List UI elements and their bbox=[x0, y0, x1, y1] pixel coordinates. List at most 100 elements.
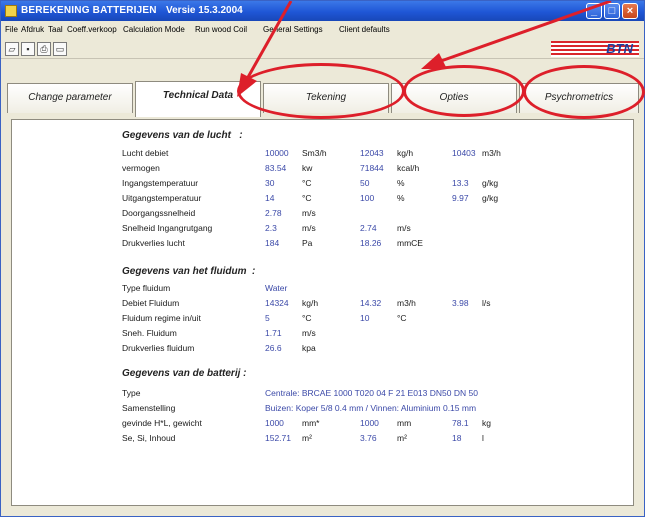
row-value: 30 bbox=[265, 178, 275, 188]
window-icon[interactable]: ▭ bbox=[53, 42, 67, 56]
menu-client-defaults[interactable]: Client defaults bbox=[339, 25, 390, 34]
tab-technical-data[interactable]: Technical Data bbox=[135, 81, 261, 117]
row-unit: °C bbox=[302, 313, 312, 323]
row-value: 12043 bbox=[360, 148, 384, 158]
row-unit: l/s bbox=[482, 298, 491, 308]
row-unit: g/kg bbox=[482, 178, 499, 188]
row-unit: kpa bbox=[302, 343, 316, 353]
row-value: 1000 bbox=[360, 418, 379, 428]
window-title: BEREKENING BATTERIJEN bbox=[21, 5, 157, 16]
tab-tekening[interactable]: Tekening bbox=[263, 83, 389, 113]
row-value: 83.54 bbox=[265, 163, 287, 173]
row-unit: m² bbox=[302, 433, 312, 443]
logo-text: BTN bbox=[606, 41, 633, 56]
menu-afdruk[interactable]: Afdruk bbox=[21, 25, 44, 34]
row-value: 1000 bbox=[265, 418, 284, 428]
menu-bar: File Afdruk Taal Coeff.verkoop Calculati… bbox=[1, 21, 644, 39]
open-icon[interactable]: ▱ bbox=[5, 42, 19, 56]
row-value: 1.71 bbox=[265, 328, 282, 338]
row-unit: °C bbox=[302, 193, 312, 203]
print-icon[interactable]: ⎙ bbox=[37, 42, 51, 56]
menu-taal[interactable]: Taal bbox=[48, 25, 63, 34]
row-unit: mmCE bbox=[397, 238, 423, 248]
app-window: BEREKENING BATTERIJEN Versie 15.3.2004 _… bbox=[0, 0, 645, 517]
row-value: 14324 bbox=[265, 298, 289, 308]
row-value: 9.97 bbox=[452, 193, 469, 203]
row-label: Sneh. Fluidum bbox=[122, 328, 177, 338]
row-label: Ingangstemperatuur bbox=[122, 178, 199, 188]
maximize-button[interactable]: □ bbox=[604, 3, 620, 19]
row-unit: m/s bbox=[397, 223, 411, 233]
save-icon[interactable]: ▪ bbox=[21, 42, 35, 56]
row-label: Debiet Fluidum bbox=[122, 298, 180, 308]
battery-type-row: Type Centrale: BRCAE 1000 T020 04 F 21 E… bbox=[12, 388, 632, 401]
row-unit: °C bbox=[397, 313, 407, 323]
row-label: Snelheid Ingangrutgang bbox=[122, 223, 213, 233]
row-unit: m/s bbox=[302, 328, 316, 338]
row-label: Drukverlies fluidum bbox=[122, 343, 195, 353]
tab-opties[interactable]: Opties bbox=[391, 83, 517, 113]
row-unit: l bbox=[482, 433, 484, 443]
tab-psychrometrics[interactable]: Psychrometrics bbox=[519, 83, 639, 113]
title-bar[interactable]: BEREKENING BATTERIJEN Versie 15.3.2004 _… bbox=[1, 1, 644, 21]
row-unit: g/kg bbox=[482, 193, 499, 203]
row-value: 10000 bbox=[265, 148, 289, 158]
data-row: Debiet Fluidum 14324 kg/h 14.32 m3/h 3.98 l/s bbox=[12, 298, 632, 311]
section-title-air: Gegevens van de lucht : bbox=[122, 130, 243, 141]
row-value: 14 bbox=[265, 193, 275, 203]
data-row: vermogen 83.54 kw 71844 kcal/h bbox=[12, 163, 632, 176]
toolbar: ▱ ▪ ⎙ ▭ bbox=[1, 39, 644, 59]
technical-data-panel: Gegevens van de lucht : Lucht debiet 1000… bbox=[11, 119, 634, 506]
row-value: 2.74 bbox=[360, 223, 377, 233]
section-title-fluid-suffix: : bbox=[252, 266, 256, 277]
row-unit: m3/h bbox=[482, 148, 501, 158]
row-label: Fluidum regime in/uit bbox=[122, 313, 201, 323]
row-value: 10 bbox=[360, 313, 370, 323]
battery-composition-row: Samenstelling Buizen: Koper 5/8 0.4 mm /… bbox=[12, 403, 632, 416]
row-unit: mm bbox=[397, 418, 412, 428]
row-value: 184 bbox=[265, 238, 280, 248]
tab-change-parameter[interactable]: Change parameter bbox=[7, 83, 133, 113]
row-label: Drukverlies lucht bbox=[122, 238, 185, 248]
menu-general-settings[interactable]: General Settings bbox=[263, 25, 323, 34]
row-label: Doorgangssnelheid bbox=[122, 208, 196, 218]
row-unit: kg bbox=[482, 418, 491, 428]
row-label: Lucht debiet bbox=[122, 148, 169, 158]
data-row: Sneh. Fluidum 1.71 m/s bbox=[12, 328, 632, 341]
data-row: gevinde H*L, gewicht 1000 mm* 1000 mm 78.1 kg bbox=[12, 418, 632, 431]
close-button[interactable]: × bbox=[622, 3, 638, 19]
menu-file[interactable]: File bbox=[5, 25, 18, 34]
row-label: vermogen bbox=[122, 163, 160, 173]
row-value: 3.98 bbox=[452, 298, 469, 308]
row-value: 78.1 bbox=[452, 418, 469, 428]
section-title-air-text: Gegevens van de lucht bbox=[122, 130, 231, 141]
battery-composition-label: Samenstelling bbox=[122, 403, 176, 413]
row-value: 26.6 bbox=[265, 343, 282, 353]
btn-logo: BTN bbox=[551, 41, 639, 57]
section-title-air-suffix: : bbox=[239, 130, 243, 141]
row-value: 50 bbox=[360, 178, 370, 188]
row-unit: m/s bbox=[302, 223, 316, 233]
row-unit: m/s bbox=[302, 208, 316, 218]
data-row: Fluidum regime in/uit 5 °C 10 °C bbox=[12, 313, 632, 326]
row-label: Uitgangstemperatuur bbox=[122, 193, 202, 203]
data-row: Drukverlies fluidum 26.6 kpa bbox=[12, 343, 632, 356]
row-unit: m² bbox=[397, 433, 407, 443]
row-value: 10403 bbox=[452, 148, 476, 158]
row-unit: kcal/h bbox=[397, 163, 420, 173]
row-value: 2.3 bbox=[265, 223, 277, 233]
row-label: Type fluidum bbox=[122, 283, 171, 293]
menu-coeff-verkoop[interactable]: Coeff.verkoop bbox=[67, 25, 117, 34]
battery-type-value: Centrale: BRCAE 1000 T020 04 F 21 E013 D… bbox=[265, 388, 478, 398]
row-value: 18 bbox=[452, 433, 462, 443]
section-title-battery: Gegevens van de batterij : bbox=[122, 368, 247, 379]
row-unit: Sm3/h bbox=[302, 148, 327, 158]
menu-calculation-mode[interactable]: Calculation Mode bbox=[123, 25, 185, 34]
data-row: Lucht debiet 10000 Sm3/h 12043 kg/h 10403 m3/h bbox=[12, 148, 632, 161]
data-row: Se, Si, Inhoud 152.71 m² 3.76 m² 18 l bbox=[12, 433, 632, 446]
menu-run-wood-coil[interactable]: Run wood Coil bbox=[195, 25, 247, 34]
row-value: 152.71 bbox=[265, 433, 291, 443]
minimize-button[interactable]: _ bbox=[586, 3, 602, 19]
row-value: 14.32 bbox=[360, 298, 382, 308]
section-title-battery-text: Gegevens van de batterij bbox=[122, 368, 241, 379]
